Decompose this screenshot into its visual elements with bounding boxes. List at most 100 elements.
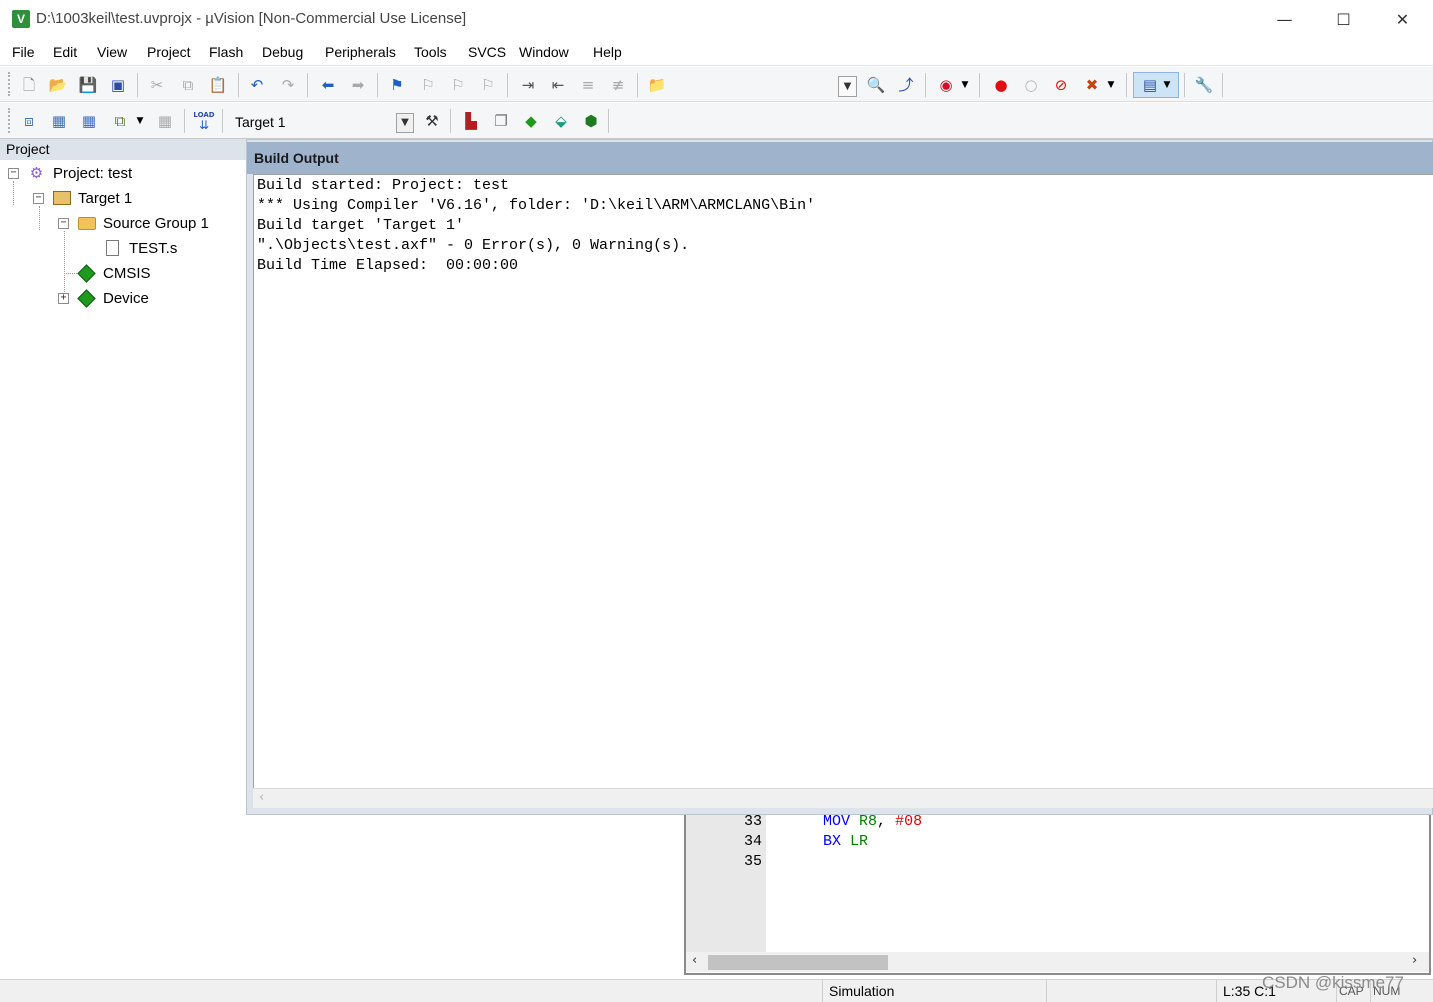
rebuild-icon[interactable]: ▦ bbox=[78, 110, 100, 132]
paste-icon[interactable]: 📋 bbox=[207, 74, 229, 96]
scroll-left-icon[interactable]: ‹ bbox=[259, 790, 264, 805]
tree-item-device[interactable]: + Device bbox=[58, 287, 149, 309]
unindent-icon[interactable]: ⇤ bbox=[547, 74, 569, 96]
navigate-back-icon[interactable]: ⬅ bbox=[317, 74, 339, 96]
tree-guide bbox=[39, 206, 40, 230]
uncomment-icon[interactable]: ≢ bbox=[607, 74, 629, 96]
code-immediate: #08 bbox=[895, 813, 923, 830]
toolbar-separator bbox=[184, 109, 185, 133]
configure-icon[interactable]: 🔧 bbox=[1193, 74, 1215, 96]
collapse-icon[interactable]: − bbox=[58, 217, 69, 229]
translate-icon[interactable]: ⧈ bbox=[18, 110, 40, 132]
toolbar-grip[interactable] bbox=[8, 72, 12, 96]
build-output-line: ".\Objects\test.axf" - 0 Error(s), 0 War… bbox=[257, 237, 690, 254]
debug-session-icon[interactable]: ◉ bbox=[935, 74, 957, 96]
toolbar-separator bbox=[450, 109, 451, 133]
next-bookmark-icon[interactable]: ⚐ bbox=[447, 74, 469, 96]
code-line[interactable]: BX LR bbox=[823, 833, 868, 850]
pack-installer-icon[interactable]: ⬙ bbox=[550, 110, 572, 132]
new-file-icon[interactable]: 🗋 bbox=[18, 74, 40, 96]
menu-edit[interactable]: Edit bbox=[53, 44, 77, 60]
collapse-icon[interactable]: − bbox=[33, 192, 44, 204]
chevron-down-icon[interactable]: ▼ bbox=[396, 113, 414, 133]
indent-icon[interactable]: ⇥ bbox=[517, 74, 539, 96]
tree-item-file[interactable]: TEST.s bbox=[103, 237, 177, 259]
scrollbar-thumb[interactable] bbox=[708, 955, 888, 970]
previous-bookmark-icon[interactable]: ⚐ bbox=[417, 74, 439, 96]
scroll-left-icon[interactable]: ‹ bbox=[692, 953, 697, 968]
menu-view[interactable]: View bbox=[97, 44, 127, 60]
enable-breakpoint-icon[interactable]: ○ bbox=[1020, 74, 1042, 96]
toolbar-separator bbox=[222, 109, 223, 133]
menu-flash[interactable]: Flash bbox=[209, 44, 243, 60]
code-register: LR bbox=[850, 833, 869, 850]
chevron-down-icon[interactable]: ▼ bbox=[1160, 74, 1174, 96]
maximize-button[interactable]: ☐ bbox=[1314, 0, 1373, 40]
expand-icon[interactable]: + bbox=[58, 292, 69, 304]
chevron-down-icon[interactable]: ▼ bbox=[1104, 74, 1118, 96]
scroll-right-icon[interactable]: › bbox=[1412, 953, 1417, 968]
find-combo-dropdown[interactable]: ▼ bbox=[838, 76, 857, 97]
folder-icon bbox=[77, 214, 96, 232]
menu-svcs[interactable]: SVCS bbox=[468, 44, 506, 60]
build-icon[interactable]: ▦ bbox=[48, 110, 70, 132]
select-packs-icon[interactable]: ◆ bbox=[520, 110, 542, 132]
toolbar-separator bbox=[137, 73, 138, 97]
project-pane-title: Project bbox=[0, 139, 246, 160]
cut-icon[interactable]: ✂ bbox=[146, 74, 168, 96]
tree-item-target[interactable]: − Target 1 bbox=[33, 187, 132, 209]
editor-scrollbar[interactable]: ‹ › bbox=[686, 952, 1429, 972]
insert-breakpoint-icon[interactable]: ● bbox=[990, 74, 1012, 96]
menu-help[interactable]: Help bbox=[593, 44, 622, 60]
code-keyword: MOV bbox=[823, 813, 851, 830]
save-icon[interactable]: 💾 bbox=[77, 74, 99, 96]
minimize-button[interactable]: — bbox=[1255, 0, 1314, 40]
manage-rte-icon[interactable]: ❐ bbox=[490, 110, 512, 132]
download-icon[interactable]: LOAD ⇊ bbox=[193, 110, 215, 132]
incremental-find-icon[interactable]: ⤴ bbox=[895, 74, 917, 96]
menu-peripherals[interactable]: Peripherals bbox=[325, 44, 396, 60]
target-select[interactable]: Target 1 ▼ bbox=[228, 111, 414, 133]
build-output-text[interactable]: Build started: Project: test *** Using C… bbox=[253, 174, 1433, 790]
save-all-icon[interactable]: ▣ bbox=[107, 74, 129, 96]
disable-breakpoints-icon[interactable]: ⊘ bbox=[1050, 74, 1072, 96]
menu-debug[interactable]: Debug bbox=[262, 44, 303, 60]
insert-bookmark-icon[interactable]: ⚑ bbox=[386, 74, 408, 96]
rte-components-icon[interactable]: ⬢ bbox=[580, 110, 602, 132]
build-output-scrollbar[interactable]: ‹ bbox=[253, 788, 1433, 808]
tree-guide bbox=[13, 181, 14, 205]
code-separator: , bbox=[877, 813, 896, 830]
tree-item-cmsis[interactable]: CMSIS bbox=[77, 262, 151, 284]
comment-icon[interactable]: ≡ bbox=[577, 74, 599, 96]
close-button[interactable]: ✕ bbox=[1373, 0, 1432, 40]
project-pane: Project − ⚙ Project: test − Target 1 − S… bbox=[0, 139, 246, 977]
undo-icon[interactable]: ↶ bbox=[246, 74, 268, 96]
collapse-icon[interactable]: − bbox=[8, 167, 19, 179]
open-file-icon[interactable]: 📂 bbox=[47, 74, 69, 96]
toolbar-grip[interactable] bbox=[8, 108, 12, 133]
code-line[interactable]: MOV R8, #08 bbox=[823, 813, 922, 830]
find-icon[interactable]: 🔍 bbox=[865, 74, 887, 96]
navigate-forward-icon[interactable]: ➡ bbox=[347, 74, 369, 96]
tree-item-project[interactable]: − ⚙ Project: test bbox=[8, 162, 132, 184]
menu-project[interactable]: Project bbox=[147, 44, 191, 60]
build-output-line: Build target 'Target 1' bbox=[257, 217, 465, 234]
menu-file[interactable]: File bbox=[12, 44, 35, 60]
find-in-files-icon[interactable]: 📁 bbox=[646, 74, 668, 96]
chevron-down-icon[interactable]: ▼ bbox=[133, 110, 147, 132]
menu-tools[interactable]: Tools bbox=[414, 44, 447, 60]
target-options-icon[interactable]: ⚒ bbox=[421, 110, 443, 132]
kill-breakpoints-icon[interactable]: ✖ bbox=[1081, 74, 1103, 96]
tree-item-source-group[interactable]: − Source Group 1 bbox=[58, 212, 209, 234]
redo-icon[interactable]: ↷ bbox=[277, 74, 299, 96]
menu-window[interactable]: Window bbox=[519, 44, 569, 60]
toolbar-separator bbox=[507, 73, 508, 97]
stop-build-icon[interactable]: ▦ bbox=[154, 110, 176, 132]
chevron-down-icon[interactable]: ▼ bbox=[958, 74, 972, 96]
code-editor[interactable]: 33 34 35 MOV R8, #08 BX LR ‹ › bbox=[684, 813, 1431, 975]
build-output-line: Build Time Elapsed: 00:00:00 bbox=[257, 257, 519, 274]
batch-build-icon[interactable]: ⧉ bbox=[109, 110, 131, 132]
clear-bookmarks-icon[interactable]: ⚐ bbox=[477, 74, 499, 96]
file-extensions-icon[interactable]: ▙ bbox=[460, 110, 482, 132]
copy-icon[interactable]: ⧉ bbox=[177, 74, 199, 96]
